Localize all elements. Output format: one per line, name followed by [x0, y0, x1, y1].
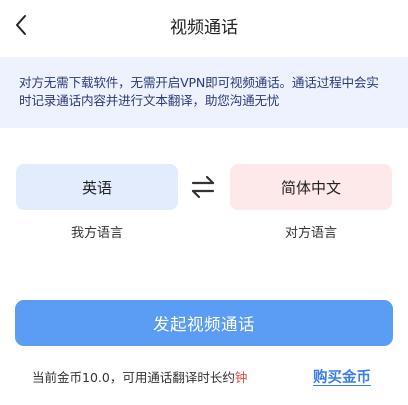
swap-arrows-icon [191, 175, 215, 199]
balance-unit: 钟 [234, 370, 248, 385]
peer-language-value: 简体中文 [280, 178, 341, 197]
coin-balance-text: 当前金币10.0，可用通话翻译时长约钟 [32, 369, 260, 387]
start-video-call-button[interactable]: 发起视频通话 [15, 300, 393, 346]
my-language-value: 英语 [81, 178, 112, 197]
info-notice: 对方无需下载软件，无需开启VPN即可视频通话。通话过程中会实时记录通话内容并进行… [0, 57, 408, 128]
page-title: 视频通话 [170, 18, 238, 38]
peer-language-caption: 对方语言 [284, 226, 337, 241]
balance-prefix: 当前金币10.0，可用通话翻译时长约 [32, 370, 235, 385]
peer-language-selector[interactable]: 简体中文 [230, 164, 392, 210]
top-nav-bar: 视频通话 [0, 0, 408, 50]
my-language-selector[interactable]: 英语 [16, 164, 178, 210]
my-language-caption: 我方语言 [70, 226, 123, 241]
buy-coins-link[interactable]: 购买金币 [313, 366, 371, 387]
swap-languages-button[interactable] [188, 173, 218, 201]
